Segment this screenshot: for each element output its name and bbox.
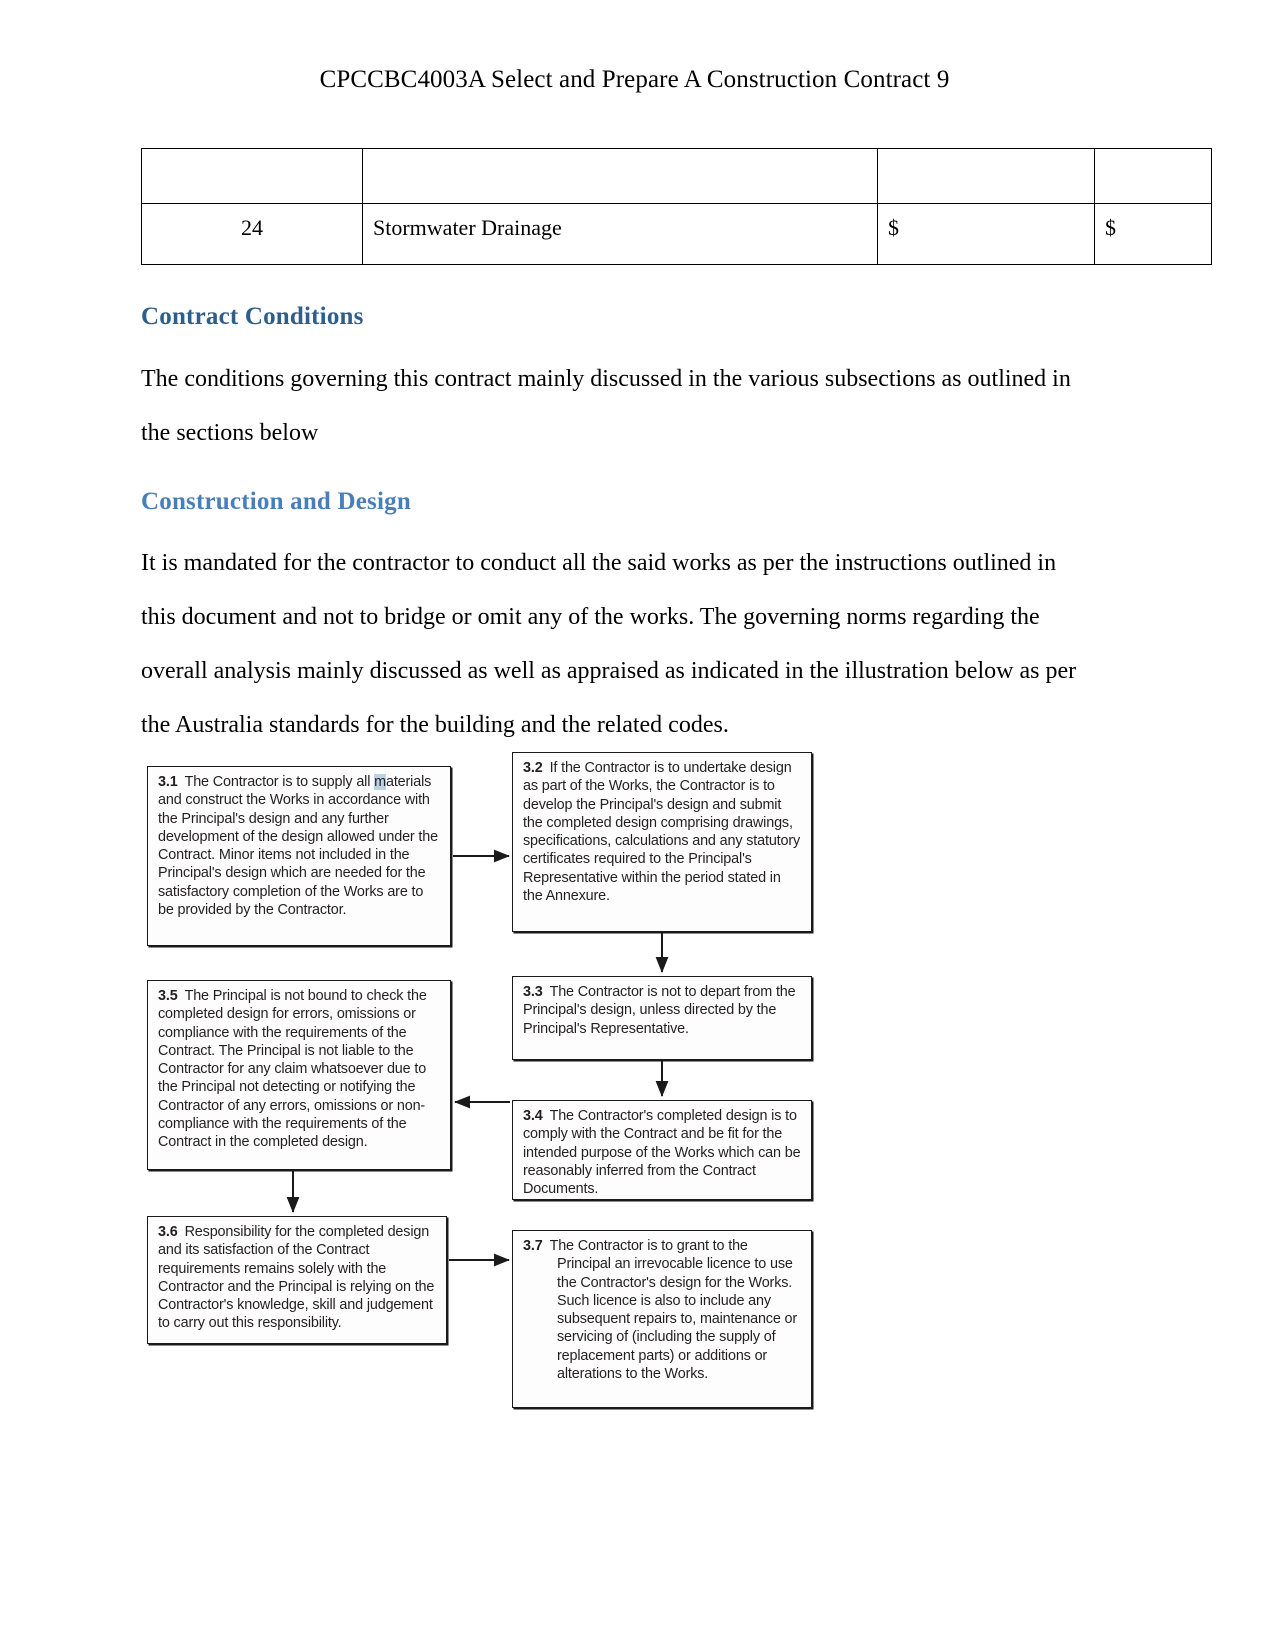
table-cell-rate: $ <box>877 203 1095 265</box>
flowchart-box-3-2: 3.2 If the Contractor is to undertake des… <box>512 752 812 932</box>
clause-number: 3.2 <box>523 760 543 776</box>
clause-number: 3.1 <box>158 774 178 790</box>
table-cell-amount: $ <box>1094 203 1212 265</box>
clause-number: 3.3 <box>523 984 543 1000</box>
bill-of-quantities-table: 24 Stormwater Drainage $ $ <box>141 148 1212 265</box>
flowchart-box-3-1-text: 3.1 The Contractor is to supply all mater… <box>158 773 442 919</box>
clause-text: If the Contractor is to undertake design… <box>523 760 801 905</box>
table-row <box>141 148 1212 204</box>
flowchart-box-3-3: 3.3 The Contractor is not to depart from … <box>512 976 812 1060</box>
table-row: 24 Stormwater Drainage $ $ <box>141 203 1212 265</box>
table-cell-description <box>362 148 878 204</box>
table-cell-amount <box>1094 148 1212 204</box>
section-paragraph-construction-and-design: It is mandated for the contractor to con… <box>141 550 1077 738</box>
clause-number: 3.7 <box>523 1238 543 1254</box>
flowchart-box-3-6: 3.6 Responsibility for the completed desi… <box>147 1216 447 1344</box>
clause-text-before-highlight: The Contractor is to supply all <box>184 774 375 790</box>
section-heading-contract-conditions: Contract Conditions <box>141 303 364 330</box>
flowchart-box-3-4: 3.4 The Contractor's completed design is … <box>512 1100 812 1200</box>
section-heading-construction-and-design: Construction and Design <box>141 488 411 515</box>
highlighted-character: m <box>374 774 386 790</box>
flowchart-box-3-1: 3.1 The Contractor is to supply all mater… <box>147 766 451 946</box>
clause-number: 3.4 <box>523 1108 543 1124</box>
clause-text: The Contractor is to grant to the Princi… <box>549 1238 798 1383</box>
clause-number: 3.5 <box>158 988 178 1004</box>
document-page: CPCCBC4003A Select and Prepare A Constru… <box>0 0 1275 1651</box>
clause-number: 3.6 <box>158 1224 178 1240</box>
clause-text-after-highlight: aterials and construct the Works in acco… <box>158 774 438 919</box>
clause-text: The Contractor is not to depart from the… <box>523 984 796 1037</box>
flowchart-box-3-7-text: 3.7 The Contractor is to grant to the Pri… <box>523 1237 803 1383</box>
clause-text: Responsibility for the completed design … <box>158 1224 435 1332</box>
flowchart-box-3-5-text: 3.5 The Principal is not bound to check t… <box>158 987 442 1152</box>
flowchart-box-3-6-text: 3.6 Responsibility for the completed desi… <box>158 1223 438 1333</box>
clause-text: The Principal is not bound to check the … <box>158 988 427 1151</box>
document-running-header: CPCCBC4003A Select and Prepare A Constru… <box>319 66 950 93</box>
clause-text: The Contractor's completed design is to … <box>523 1108 801 1198</box>
section-paragraph-contract-conditions: The conditions governing this contract m… <box>141 366 1071 446</box>
flowchart-box-3-5: 3.5 The Principal is not bound to check t… <box>147 980 451 1170</box>
flowchart-box-3-4-text: 3.4 The Contractor's completed design is … <box>523 1107 803 1198</box>
flowchart-box-3-7: 3.7 The Contractor is to grant to the Pri… <box>512 1230 812 1408</box>
table-cell-rate <box>877 148 1095 204</box>
design-clauses-flowchart: 3.1 The Contractor is to supply all mater… <box>141 752 841 1412</box>
flowchart-box-3-2-text: 3.2 If the Contractor is to undertake des… <box>523 759 803 905</box>
table-cell-item-no <box>141 148 363 204</box>
table-cell-item-no: 24 <box>141 203 363 265</box>
flowchart-box-3-3-text: 3.3 The Contractor is not to depart from … <box>523 983 803 1038</box>
table-cell-description: Stormwater Drainage <box>362 203 878 265</box>
